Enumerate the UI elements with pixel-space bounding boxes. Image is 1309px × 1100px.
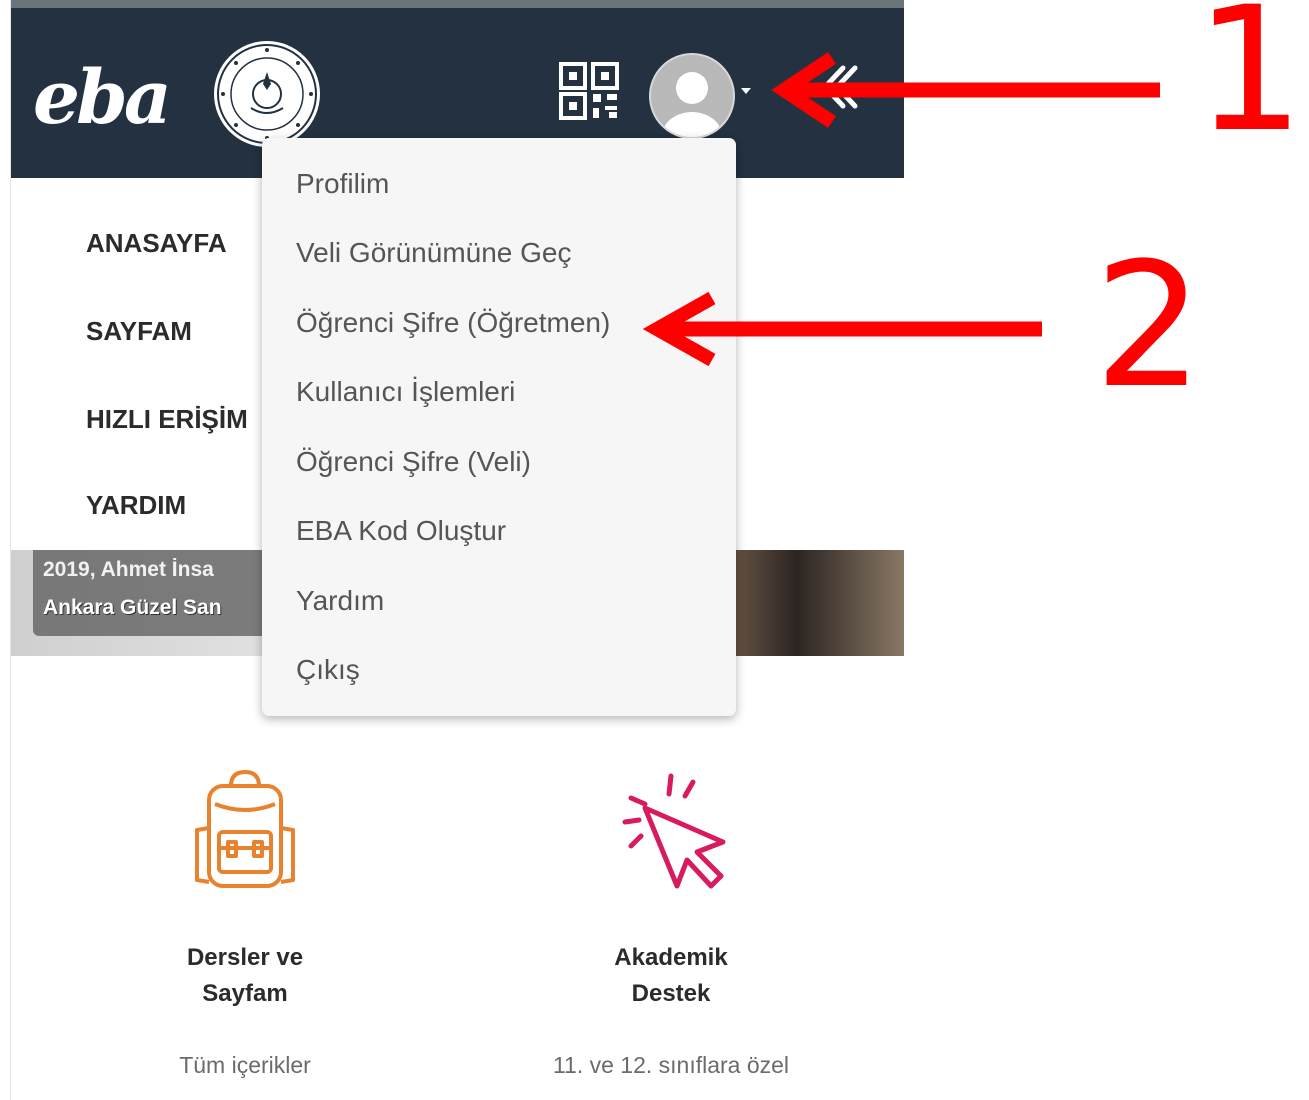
annotation-arrow-1 (771, 52, 1160, 128)
annotation-arrow-2 (642, 291, 1042, 367)
annotation-marker-2: 2 (1094, 225, 1204, 426)
annotation-arrows (642, 52, 1160, 367)
annotation-marker-1: 1 (1195, 0, 1305, 170)
